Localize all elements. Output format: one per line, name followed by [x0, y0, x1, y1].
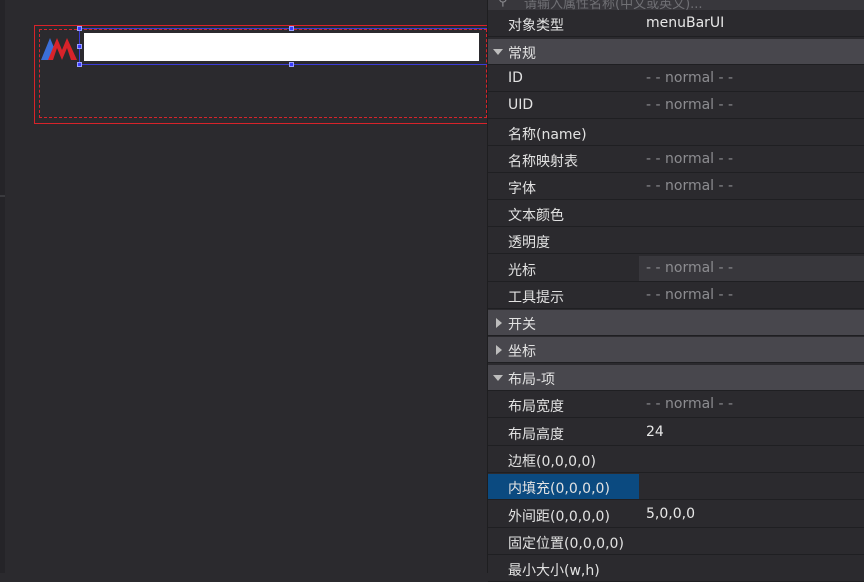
prop-value[interactable]: - - normal - - [646, 97, 733, 113]
collapse-arrow-icon [493, 49, 503, 55]
prop-label: ID [508, 70, 523, 86]
menubar-widget[interactable] [84, 33, 479, 61]
prop-label: 名称(name) [508, 127, 587, 143]
prop-label: 名称映射表 [508, 154, 578, 170]
prop-row-min-size[interactable]: 最小大小(w,h) [488, 556, 864, 582]
prop-row-layout-width[interactable]: 布局宽度 - - normal - - [488, 392, 864, 418]
resize-handle-s[interactable] [289, 62, 294, 67]
resize-handle-n[interactable] [289, 26, 294, 31]
prop-row-font[interactable]: 字体 - - normal - - [488, 174, 864, 200]
prop-value: menuBarUI [646, 15, 725, 31]
prop-row-fixed-position[interactable]: 固定位置(0,0,0,0) [488, 529, 864, 555]
design-canvas[interactable] [0, 0, 489, 573]
section-title: 常规 [508, 46, 536, 62]
prop-label: 字体 [508, 181, 536, 197]
prop-row-cursor[interactable]: 光标 - - normal - - [488, 256, 864, 282]
prop-value[interactable]: - - normal - - [646, 396, 733, 412]
prop-row-name-map[interactable]: 名称映射表 - - normal - - [488, 147, 864, 173]
resize-handle-nw[interactable] [77, 26, 82, 31]
prop-value[interactable]: - - normal - - [646, 70, 733, 86]
prop-value[interactable]: - - normal - - [646, 287, 733, 303]
section-title: 布局-项 [508, 372, 556, 388]
prop-label: 内填充(0,0,0,0) [508, 481, 610, 497]
prop-value[interactable]: 5,0,0,0 [646, 506, 695, 522]
prop-row-opacity[interactable]: 透明度 [488, 228, 864, 254]
canvas-left-edge [0, 0, 5, 573]
section-general[interactable]: 常规 [488, 39, 864, 65]
search-icon: ⚲ [498, 0, 508, 9]
prop-row-name[interactable]: 名称(name) [488, 120, 864, 146]
prop-label: 透明度 [508, 235, 550, 251]
search-placeholder: 请输入属性名称(中文或英文)... [524, 0, 703, 10]
prop-row-id[interactable]: ID - - normal - - [488, 66, 864, 92]
prop-label: 最小大小(w,h) [508, 563, 600, 579]
section-title: 开关 [508, 317, 536, 333]
property-panel: ⚲ 请输入属性名称(中文或英文)... 对象类型 menuBarUI 常规 ID… [487, 0, 864, 582]
prop-value[interactable]: - - normal - - [646, 178, 733, 194]
prop-row-text-color[interactable]: 文本颜色 [488, 201, 864, 227]
collapse-arrow-icon [493, 375, 503, 381]
prop-row-object-type[interactable]: 对象类型 menuBarUI [488, 11, 864, 37]
prop-label: 边框(0,0,0,0) [508, 454, 596, 470]
prop-label: 布局宽度 [508, 399, 564, 415]
prop-value[interactable]: 24 [646, 424, 664, 440]
prop-label: 布局高度 [508, 427, 564, 443]
expand-arrow-icon [496, 318, 502, 328]
prop-label: 光标 [508, 263, 536, 279]
section-coords[interactable]: 坐标 [488, 337, 864, 363]
resize-handle-w[interactable] [77, 44, 82, 49]
property-search-input[interactable]: ⚲ 请输入属性名称(中文或英文)... [488, 0, 864, 10]
app-logo-icon [41, 38, 77, 60]
prop-row-padding[interactable]: 内填充(0,0,0,0) [488, 474, 864, 500]
prop-label: 工具提示 [508, 290, 564, 306]
prop-row-layout-height[interactable]: 布局高度 24 [488, 420, 864, 446]
section-layout-item[interactable]: 布局-项 [488, 365, 864, 391]
section-switch[interactable]: 开关 [488, 310, 864, 336]
prop-value[interactable]: - - normal - - [646, 151, 733, 167]
prop-row-border[interactable]: 边框(0,0,0,0) [488, 447, 864, 473]
prop-row-uid[interactable]: UID - - normal - - [488, 93, 864, 119]
prop-value[interactable]: - - normal - - [646, 260, 733, 276]
expand-arrow-icon [496, 345, 502, 355]
prop-label: 外间距(0,0,0,0) [508, 509, 610, 525]
prop-label: 固定位置(0,0,0,0) [508, 536, 624, 552]
prop-label: UID [508, 97, 534, 113]
prop-label: 文本颜色 [508, 208, 564, 224]
prop-label: 对象类型 [508, 18, 564, 34]
prop-row-margin[interactable]: 外间距(0,0,0,0) 5,0,0,0 [488, 502, 864, 528]
resize-handle-sw[interactable] [77, 62, 82, 67]
edge-tick [0, 195, 5, 197]
section-title: 坐标 [508, 344, 536, 360]
prop-row-tooltip[interactable]: 工具提示 - - normal - - [488, 283, 864, 309]
